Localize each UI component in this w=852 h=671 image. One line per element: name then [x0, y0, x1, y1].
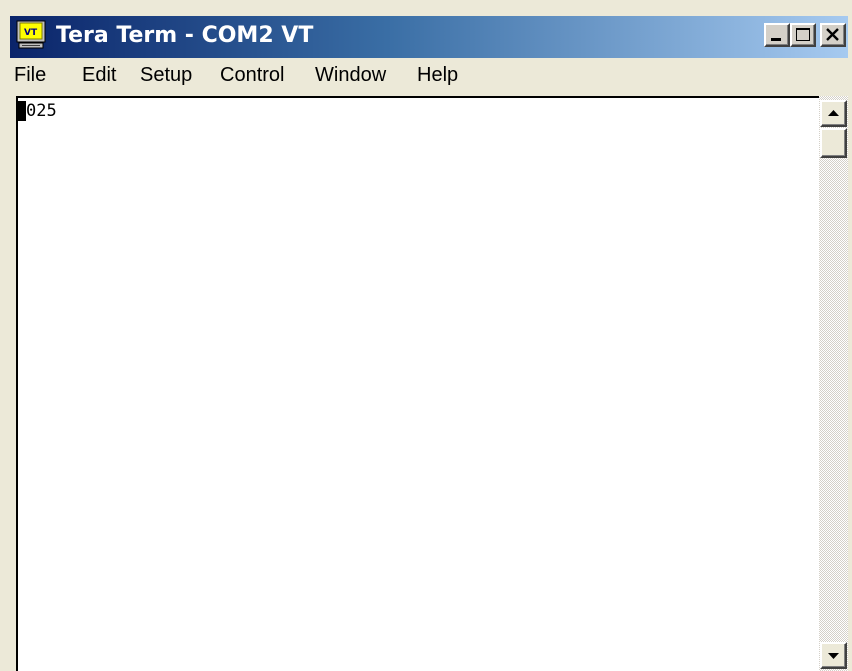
arrow-up-icon [828, 110, 839, 116]
terminal-line-text: 025 [26, 101, 57, 121]
scroll-down-button[interactable] [820, 642, 847, 669]
menu-file[interactable]: File [14, 62, 46, 88]
menu-control[interactable]: Control [220, 62, 284, 88]
teraterm-vt-icon[interactable]: VT [16, 20, 48, 50]
text-cursor [18, 101, 26, 121]
terminal-area[interactable]: 025 [16, 96, 819, 671]
window-title: Tera Term - COM2 VT [56, 23, 314, 48]
arrow-down-icon [828, 653, 839, 659]
menu-setup[interactable]: Setup [140, 62, 192, 88]
close-icon [826, 28, 839, 41]
minimize-icon [771, 38, 781, 41]
minimize-button[interactable] [764, 23, 790, 47]
menu-window[interactable]: Window [315, 62, 386, 88]
menu-help[interactable]: Help [417, 62, 458, 88]
menu-edit[interactable]: Edit [82, 62, 116, 88]
title-bar[interactable]: VT Tera Term - COM2 VT [10, 16, 848, 58]
maximize-button[interactable] [790, 23, 816, 47]
terminal-line: 025 [18, 100, 57, 122]
menu-bar: File Edit Setup Control Window Help [10, 58, 848, 92]
close-button[interactable] [820, 23, 846, 47]
svg-text:VT: VT [24, 28, 38, 38]
maximize-icon [796, 28, 810, 41]
scroll-thumb[interactable] [820, 128, 847, 158]
teraterm-window: VT Tera Term - COM2 VT File Edit Setup C… [0, 0, 852, 671]
vertical-scrollbar[interactable] [819, 96, 848, 671]
scroll-up-button[interactable] [820, 100, 847, 127]
